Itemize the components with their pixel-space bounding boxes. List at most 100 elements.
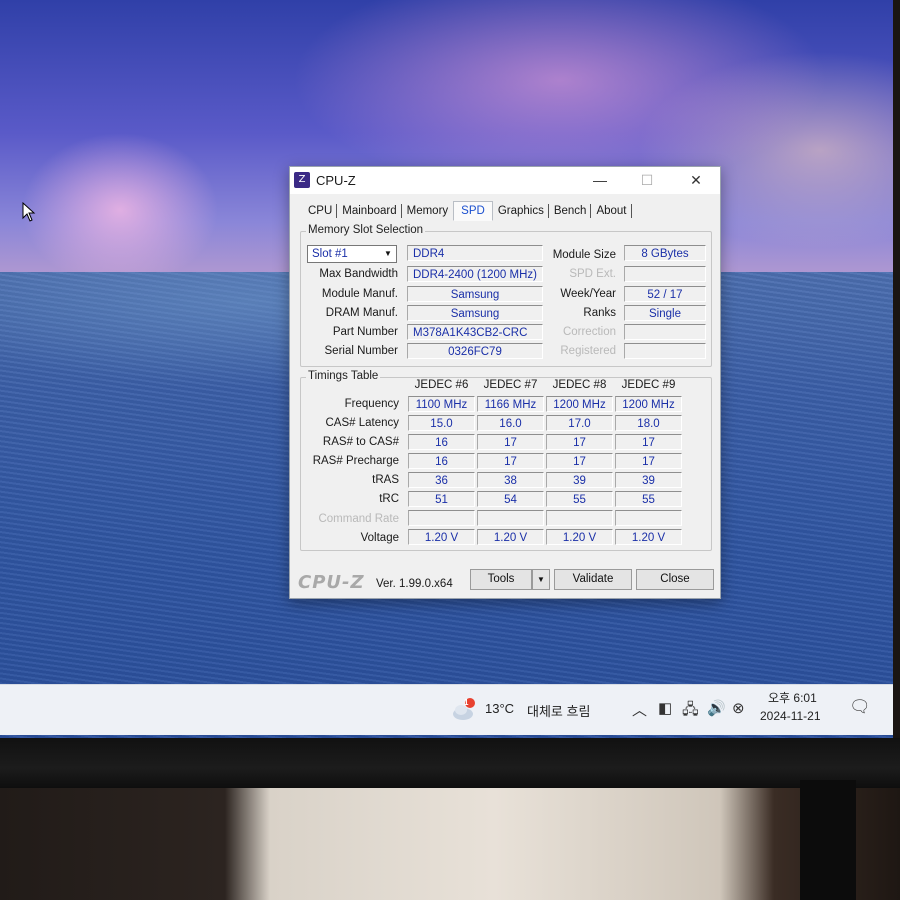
monitor-bezel — [0, 738, 900, 788]
weather-description[interactable]: 대체로 흐림 — [527, 701, 590, 720]
chevron-down-icon: ▼ — [384, 249, 392, 258]
timing-cell — [615, 510, 682, 526]
timing-cell: 18.0 — [615, 415, 682, 431]
volume-icon[interactable]: 🔊 — [707, 699, 726, 717]
timing-cell: 17 — [477, 453, 544, 469]
timing-cell: 1.20 V — [477, 529, 544, 545]
timing-cell: 17 — [615, 453, 682, 469]
timing-cell: 54 — [477, 491, 544, 507]
network-icon[interactable]: 🖧 — [682, 699, 699, 724]
cpuz-logo: CPU-Z — [298, 572, 365, 593]
spd-ext-value — [624, 266, 706, 282]
module-manuf-label: Module Manuf. — [321, 288, 398, 300]
tab-memory[interactable]: Memory — [403, 204, 453, 218]
timings-column-header: JEDEC #6 — [414, 379, 469, 391]
timing-cell: 55 — [546, 491, 613, 507]
timing-cell: 16.0 — [477, 415, 544, 431]
tab-mainboard[interactable]: Mainboard — [338, 204, 402, 218]
timing-cell: 38 — [477, 472, 544, 488]
timing-cell: 1100 MHz — [408, 396, 475, 412]
correction-label: Correction — [562, 326, 616, 338]
timing-cell: 51 — [408, 491, 475, 507]
ranks-value: Single — [624, 305, 706, 321]
timings-group-title: Timings Table — [306, 370, 381, 382]
tab-spd[interactable]: SPD — [453, 201, 493, 221]
trc-label: tRC — [379, 493, 399, 505]
timing-cell: 1200 MHz — [546, 396, 613, 412]
timing-cell: 17 — [477, 434, 544, 450]
spd-ext-label: SPD Ext. — [569, 268, 616, 280]
timing-cell: 36 — [408, 472, 475, 488]
dram-manuf-label: DRAM Manuf. — [325, 307, 398, 319]
part-number-value: M378A1K43CB2-CRC — [407, 324, 543, 340]
tab-cpu[interactable]: CPU — [304, 204, 338, 218]
window-title: CPU-Z — [316, 173, 356, 188]
module-size-label: Module Size — [552, 249, 616, 261]
memory-slot-group-title: Memory Slot Selection — [306, 224, 426, 236]
desk-background — [0, 788, 900, 900]
timing-cell — [408, 510, 475, 526]
timing-cell: 17 — [615, 434, 682, 450]
validate-button[interactable]: Validate — [554, 569, 632, 590]
voltage-label: Voltage — [360, 532, 399, 544]
timing-cell — [477, 510, 544, 526]
tab-bench[interactable]: Bench — [550, 204, 592, 218]
timing-cell: 1.20 V — [408, 529, 475, 545]
timing-cell — [546, 510, 613, 526]
close-button[interactable]: Close — [636, 569, 714, 590]
timing-cell: 16 — [408, 434, 475, 450]
meet-now-icon[interactable]: ◧ — [658, 699, 672, 717]
week-year-value: 52 / 17 — [624, 286, 706, 302]
timing-cell: 1.20 V — [615, 529, 682, 545]
correction-value — [624, 324, 706, 340]
ranks-label: Ranks — [583, 307, 616, 319]
maximize-button[interactable]: ☐ — [627, 170, 667, 190]
title-bar[interactable]: Z CPU-Z — ☐ ✕ — [290, 167, 720, 194]
max-bandwidth-value: DDR4-2400 (1200 MHz) — [407, 266, 543, 282]
registered-label: Registered — [560, 345, 616, 357]
memory-type-value: DDR4 — [407, 245, 543, 261]
monitor-stand — [800, 780, 856, 900]
desktop-screen: Z CPU-Z — ☐ ✕ CPU Mainboard Memory SPD Graph… — [0, 0, 893, 740]
timing-cell: 1200 MHz — [615, 396, 682, 412]
timing-cell: 39 — [615, 472, 682, 488]
timings-column-header: JEDEC #9 — [621, 379, 676, 391]
tras-label: tRAS — [372, 474, 399, 486]
frequency-label: Frequency — [344, 398, 399, 410]
timing-cell: 17 — [546, 453, 613, 469]
clock-time[interactable]: 오후 6:01 — [768, 689, 817, 706]
version-text: Ver. 1.99.0.x64 — [376, 578, 453, 590]
serial-number-label: Serial Number — [324, 345, 399, 357]
tools-button[interactable]: Tools — [470, 569, 532, 590]
serial-number-value: 0326FC79 — [407, 343, 543, 359]
show-hidden-icons-chevron-up-icon[interactable]: ︿ — [632, 699, 647, 720]
ime-disabled-icon[interactable]: ⊗ — [732, 699, 745, 717]
tab-about[interactable]: About — [592, 204, 632, 218]
slot-dropdown[interactable]: Slot #1 ▼ — [307, 245, 397, 263]
tab-bar: CPU Mainboard Memory SPD Graphics Bench About — [304, 201, 633, 221]
timing-cell: 55 — [615, 491, 682, 507]
close-window-button[interactable]: ✕ — [676, 170, 716, 190]
timings-column-header: JEDEC #8 — [552, 379, 607, 391]
timing-cell: 39 — [546, 472, 613, 488]
module-size-value: 8 GBytes — [624, 245, 706, 261]
cpuz-window: Z CPU-Z — ☐ ✕ CPU Mainboard Memory SPD Graph… — [289, 166, 721, 599]
minimize-button[interactable]: — — [580, 170, 620, 190]
clock-date[interactable]: 2024-11-21 — [760, 709, 821, 723]
mouse-cursor-icon — [22, 202, 36, 222]
tab-graphics[interactable]: Graphics — [494, 204, 549, 218]
timing-cell: 1.20 V — [546, 529, 613, 545]
weather-temperature[interactable]: 13°C — [485, 701, 514, 716]
cas-latency-label: CAS# Latency — [325, 417, 399, 429]
slot-dropdown-value: Slot #1 — [312, 248, 348, 260]
taskbar: 1 13°C 대체로 흐림 ︿ ◧ 🖧 🔊 ⊗ 오후 6:01 2024-11-… — [0, 684, 893, 735]
timing-cell: 16 — [408, 453, 475, 469]
part-number-label: Part Number — [332, 326, 398, 338]
max-bandwidth-label: Max Bandwidth — [319, 268, 398, 280]
command-rate-label: Command Rate — [318, 513, 399, 525]
weather-alert-badge: 1 — [464, 698, 469, 707]
notification-center-icon[interactable]: 🗨 — [849, 697, 871, 717]
timing-cell: 17.0 — [546, 415, 613, 431]
tools-dropdown-chevron-icon[interactable]: ▼ — [532, 569, 550, 590]
cpuz-app-icon: Z — [294, 172, 310, 188]
